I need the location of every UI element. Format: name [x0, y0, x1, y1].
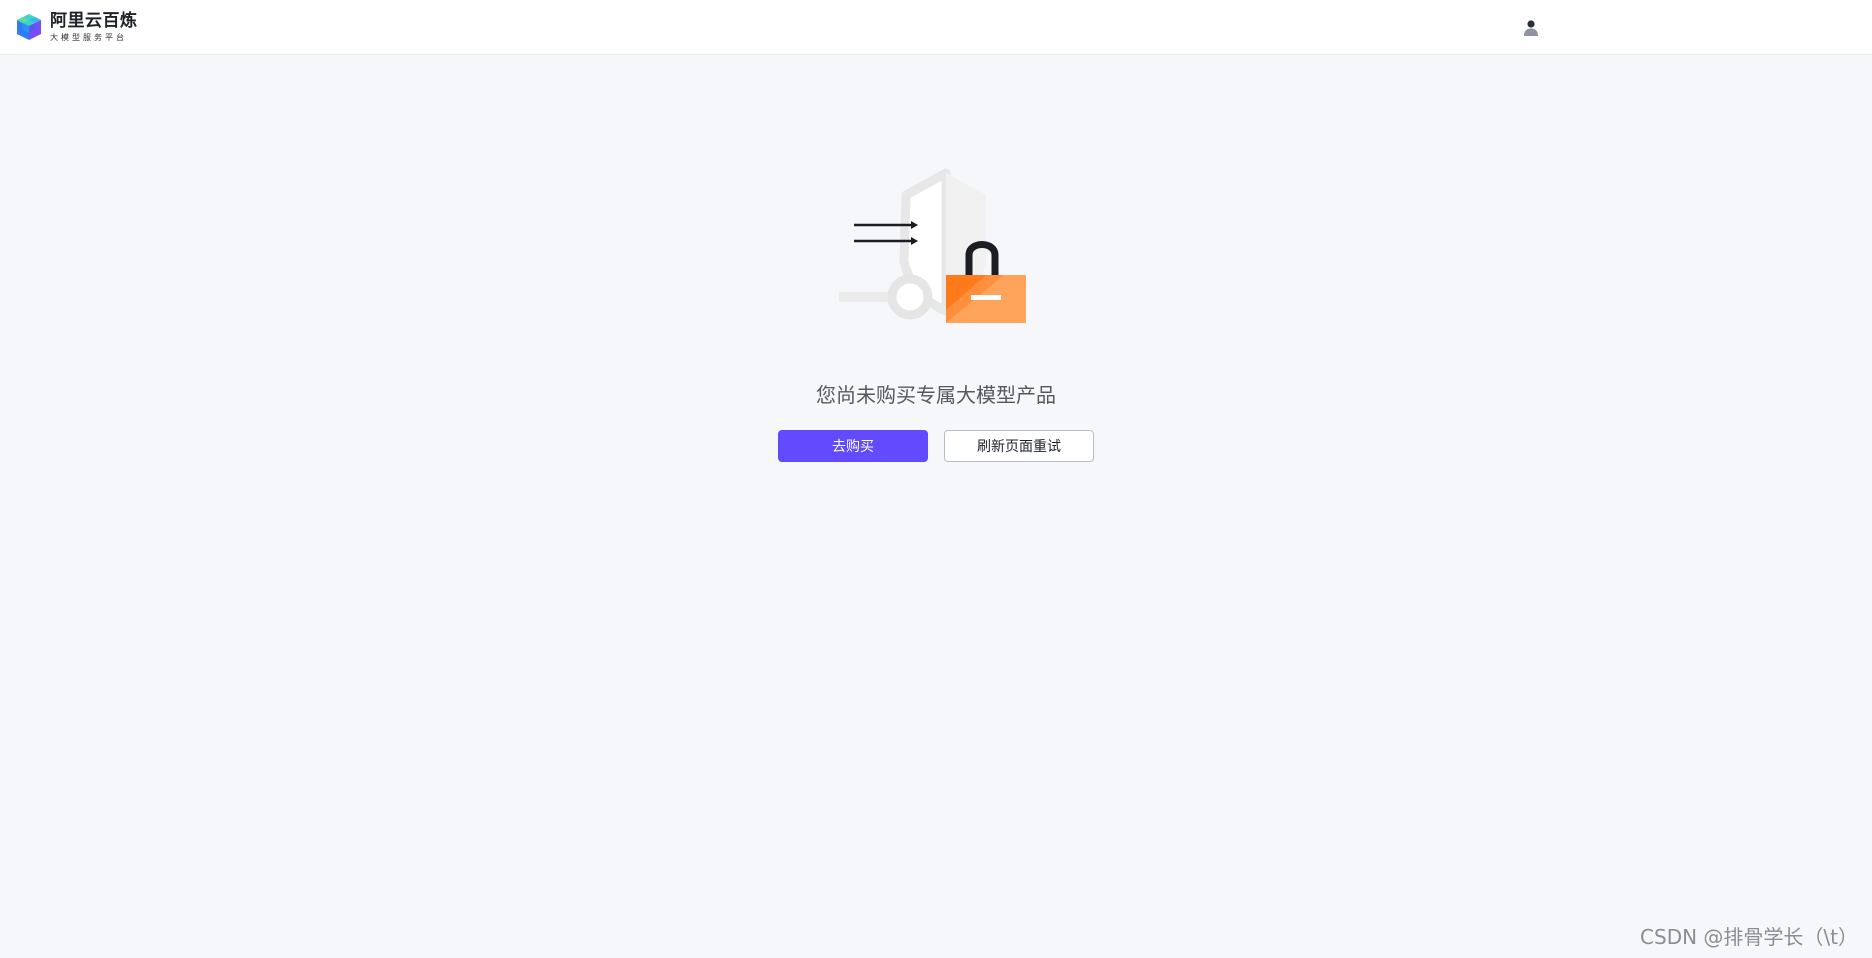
locked-shield-illustration — [839, 168, 1026, 323]
empty-state: 您尚未购买专属大模型产品 去购买 刷新页面重试 — [0, 165, 1872, 462]
refresh-button[interactable]: 刷新页面重试 — [944, 430, 1094, 462]
empty-message: 您尚未购买专属大模型产品 — [816, 383, 1056, 407]
action-buttons: 去购买 刷新页面重试 — [778, 430, 1094, 462]
cube-logo-icon — [17, 14, 41, 40]
user-icon — [1524, 20, 1538, 36]
top-header: 阿里云百炼 大模型服务平台 — [0, 0, 1872, 55]
logo-subtitle: 大模型服务平台 — [50, 32, 127, 42]
logo[interactable]: 阿里云百炼 大模型服务平台 — [14, 11, 138, 43]
watermark: CSDN @排骨学长（\t） — [1640, 925, 1858, 949]
buy-button[interactable]: 去购买 — [778, 430, 928, 462]
user-menu-button[interactable] — [1520, 17, 1542, 39]
logo-title: 阿里云百炼 — [50, 10, 138, 31]
